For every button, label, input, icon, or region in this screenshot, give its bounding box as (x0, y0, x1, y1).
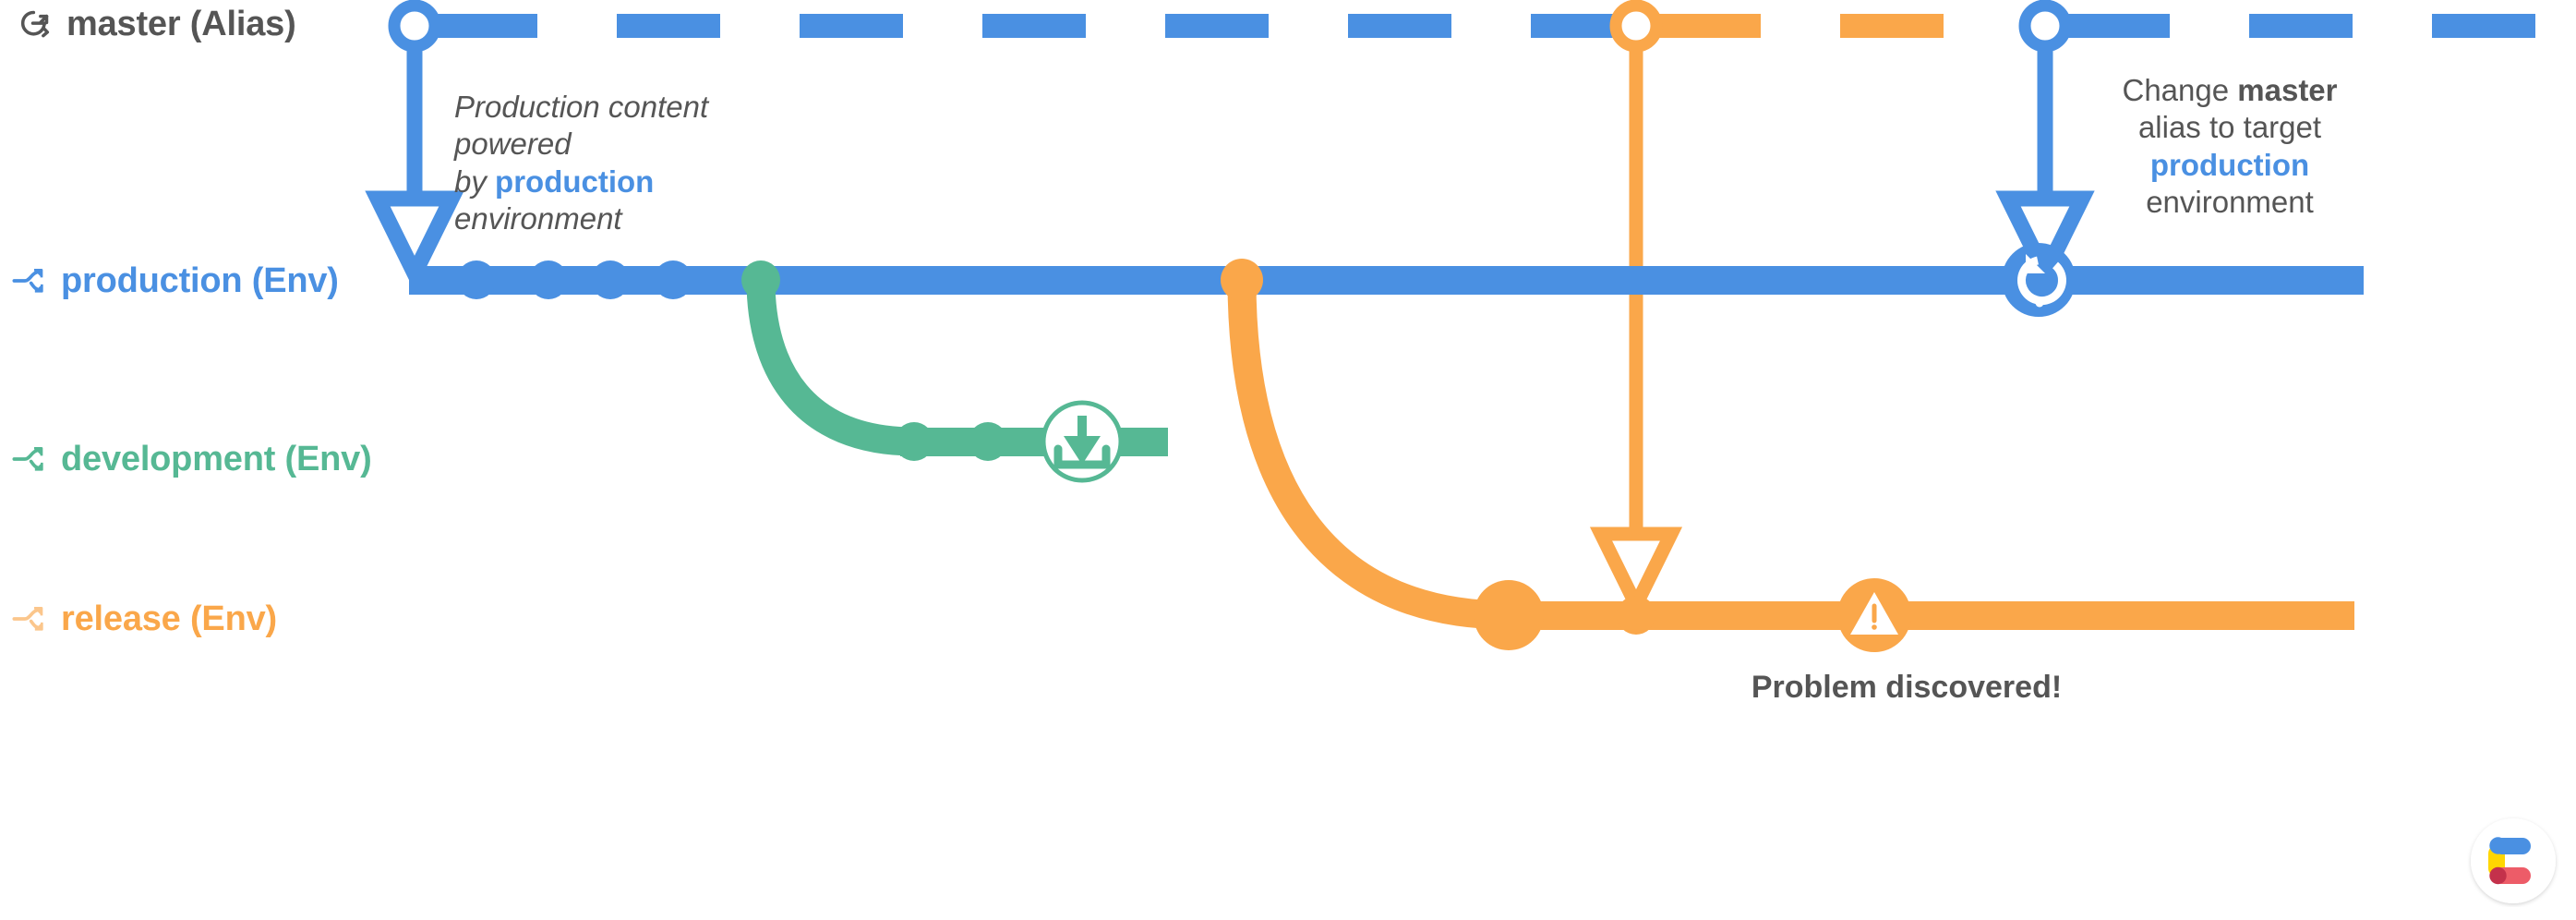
callout-left-highlight: production (495, 163, 655, 199)
production-commit-node[interactable] (457, 260, 496, 299)
callout-left-line-3: by production (454, 163, 842, 200)
revert-dot-glyph (2035, 298, 2044, 308)
callout-right-highlight: production (2149, 147, 2310, 182)
branch-label-master[interactable]: master (Alias) (17, 6, 296, 42)
callout-right-bold: master (2237, 73, 2338, 107)
callout-right-line-1-prefix: Change (2122, 73, 2238, 107)
development-commit-node[interactable] (969, 422, 1007, 461)
branch-label-release-text: release (Env) (61, 599, 277, 638)
callout-right-line-1: Change master (2068, 72, 2391, 109)
callout-left-line-4: environment (454, 200, 622, 236)
callout-left-line-3-prefix: by (454, 163, 496, 199)
alias-arrow-icon (20, 10, 50, 38)
development-commit-node[interactable] (895, 422, 933, 461)
release-commit-node[interactable] (1617, 596, 1655, 635)
callout-left-line-2: powered (454, 127, 572, 162)
branch-label-development-text: development (Env) (61, 440, 372, 478)
branch-arrow-icon (12, 607, 43, 631)
production-commit-node[interactable] (529, 260, 568, 299)
development-line (900, 428, 1168, 456)
callout-left-line-1: Production content (454, 90, 709, 124)
release-branch-point[interactable] (1221, 259, 1263, 301)
alias-arrow-to-production (365, 46, 464, 292)
release-branch-curve (1227, 279, 1510, 630)
callout-right-line-4: environment (2146, 184, 2314, 219)
problem-discovered-label: Problem discovered! (1751, 670, 2063, 705)
revert-circular-arrow-icon[interactable] (2002, 243, 2076, 317)
callout-production-content: Production content powered by production… (454, 89, 842, 237)
production-commit-node[interactable] (591, 260, 630, 299)
production-commit-node[interactable] (654, 260, 692, 299)
release-commit-node-major[interactable] (1474, 580, 1544, 650)
master-alias-handle-end[interactable] (2018, 0, 2072, 53)
master-alias-handle-start[interactable] (388, 0, 441, 53)
contentful-logo-icon (2471, 818, 2556, 903)
branch-label-production-text: production (Env) (61, 261, 339, 300)
release-branch-line (1221, 259, 2354, 652)
branch-arrow-icon (12, 269, 43, 293)
branch-label-development[interactable]: development (Env) (11, 441, 372, 478)
diagram-canvas: master (Alias) production (Env) developm… (0, 0, 2576, 920)
callout-change-master-alias: Change master alias to target production… (2068, 72, 2391, 221)
master-alias-line (388, 0, 2576, 53)
branch-label-production[interactable]: production (Env) (11, 262, 339, 299)
alias-arrow-to-release (1589, 46, 1683, 621)
warning-exclaim-dot (1872, 624, 1877, 630)
branch-label-release[interactable]: release (Env) (11, 600, 277, 637)
development-branch-curve (746, 279, 915, 456)
branch-arrow-icon (12, 447, 43, 471)
development-branch-point[interactable] (741, 260, 780, 299)
callout-right-line-2: alias to target (2137, 110, 2322, 145)
master-alias-handle-release[interactable] (1609, 0, 1663, 53)
branch-label-master-text: master (Alias) (66, 5, 296, 43)
